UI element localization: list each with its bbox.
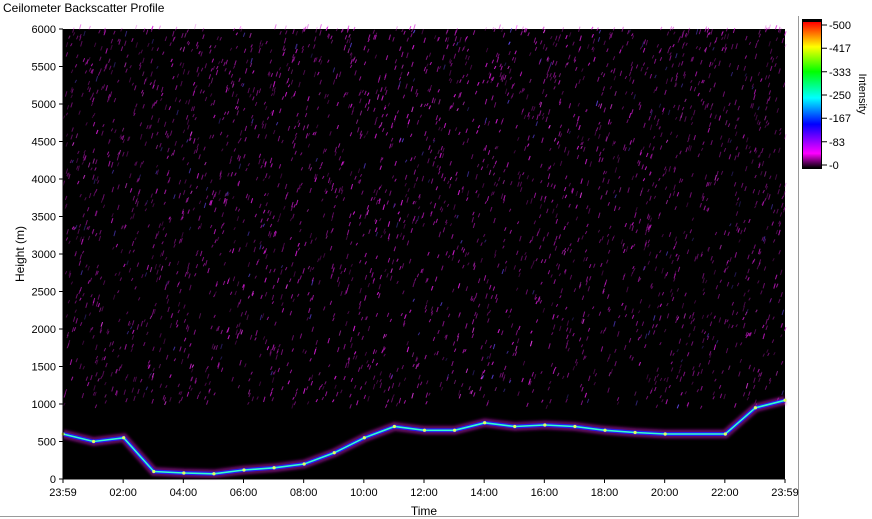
- boundary-layer-point: [783, 398, 787, 402]
- y-tick-label: 5000: [32, 99, 56, 111]
- noise-speck: [498, 24, 501, 30]
- x-tick-label: 14:00: [470, 487, 498, 499]
- boundary-layer-point: [753, 406, 758, 410]
- y-tick-label: 500: [38, 437, 56, 449]
- y-tick-label: 0: [50, 474, 56, 486]
- y-tick-label: 3000: [32, 249, 56, 261]
- boundary-layer-point: [302, 462, 306, 466]
- y-tick-label: 2000: [32, 324, 56, 336]
- noise-speck: [134, 24, 138, 30]
- x-tick-label: 04:00: [170, 487, 198, 499]
- y-tick-label: 1500: [32, 362, 56, 374]
- y-tick-label: 2500: [32, 287, 56, 299]
- x-tick-label: 20:00: [651, 487, 679, 499]
- x-axis-title: Time: [411, 504, 438, 518]
- noise-speck: [78, 24, 82, 30]
- boundary-layer-point: [91, 439, 96, 444]
- colorbar-tick-label: -500: [829, 20, 851, 32]
- chart-svg: 0 500 1000 1500 2000 2500 3000 3500 4000 4500 5000…: [13, 19, 868, 518]
- boundary-layer-point: [633, 430, 637, 435]
- boundary-layer-point: [182, 471, 186, 475]
- x-tick-label: 06:00: [230, 487, 258, 499]
- x-ticks: 23:59 02:00 04:00 06:00 08:00 10:00 12:00 14:00…: [49, 479, 799, 499]
- x-tick-label: 10:00: [350, 487, 378, 499]
- colorbar-tick-label: -417: [829, 43, 851, 55]
- colorbar-tick-label: -83: [829, 137, 845, 149]
- y-tick-label: 4000: [32, 174, 56, 186]
- noise-speck: [306, 24, 309, 30]
- y-tick-label: 3500: [32, 212, 56, 224]
- colorbar-gradient-bar: [803, 22, 821, 168]
- boundary-layer-point: [723, 432, 727, 436]
- x-tick-label: 16:00: [531, 487, 559, 499]
- x-tick-label: 02:00: [109, 487, 137, 499]
- x-tick-label: 12:00: [410, 487, 438, 499]
- boundary-layer-point: [483, 421, 487, 425]
- noise-speck: [768, 24, 771, 30]
- x-tick-label: 18:00: [591, 487, 619, 499]
- y-tick-label: 4500: [32, 137, 56, 149]
- colorbar-tick-label: -167: [829, 113, 851, 125]
- noise-speck: [413, 24, 416, 30]
- x-tick-label: 22:00: [711, 487, 739, 499]
- boundary-layer-point: [452, 428, 457, 432]
- y-ticks: 0 500 1000 1500 2000 2500 3000 3500 4000 4500 5000…: [32, 24, 63, 486]
- boundary-layer-point: [152, 469, 156, 474]
- colorbar-tick-label: -250: [829, 90, 851, 102]
- boundary-layer-point: [212, 472, 216, 476]
- boundary-layer-point: [573, 424, 577, 429]
- boundary-layer-point: [242, 468, 246, 472]
- noise-speck: [774, 25, 778, 30]
- boundary-layer-point: [272, 466, 276, 470]
- boundary-layer-point: [332, 451, 336, 455]
- boundary-layer-point: [603, 428, 607, 432]
- noise-speck: [193, 23, 197, 30]
- boundary-layer-point: [513, 424, 517, 429]
- boundary-layer-point: [422, 428, 427, 432]
- noise-speck: [319, 24, 322, 30]
- y-axis-title: Height (m): [13, 226, 27, 282]
- x-tick-label: 08:00: [290, 487, 318, 499]
- colorbar-tick-label: -333: [829, 67, 851, 79]
- y-tick-label: 6000: [32, 24, 56, 36]
- x-tick-label: 23:59: [49, 487, 77, 499]
- boundary-layer-point: [362, 436, 366, 440]
- x-tick-label: 23:59: [771, 487, 799, 499]
- y-tick-label: 1000: [32, 399, 56, 411]
- boundary-layer-point: [663, 432, 667, 436]
- colorbar-label: Intensity: [856, 74, 868, 115]
- colorbar-ticks: -500 -417 -333 -250 -167 -83 -0: [822, 20, 851, 172]
- y-tick-label: 5500: [32, 62, 56, 74]
- boundary-layer-point: [392, 424, 397, 429]
- noise-speck: [239, 26, 242, 30]
- noise-speck: [274, 24, 277, 30]
- boundary-layer-point: [543, 423, 547, 427]
- colorbar-tick-label: -0: [829, 160, 839, 172]
- boundary-layer-point: [122, 436, 126, 440]
